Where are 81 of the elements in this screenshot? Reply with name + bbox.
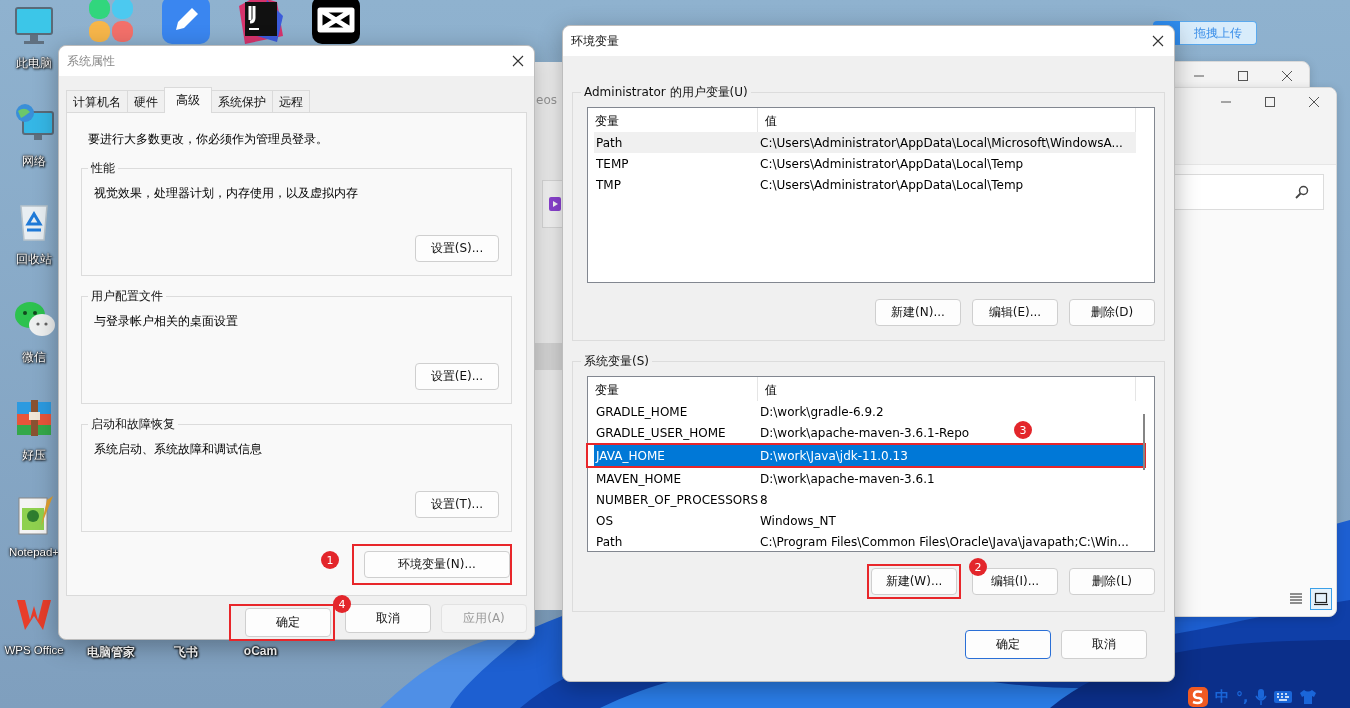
environment-variables-button[interactable]: 环境变量(N)... — [364, 551, 510, 578]
variable-value: D:\work\apache-maven-3.6.1 — [760, 471, 935, 486]
list-row[interactable]: TMP C:\Users\Administrator\AppData\Local\Temp — [594, 174, 1024, 195]
window-text: eos — [536, 93, 557, 107]
variable-name: GRADLE_USER_HOME — [595, 425, 727, 440]
list-button[interactable]: 删除(D) — [1069, 299, 1155, 326]
list-row[interactable]: OS Windows_NT — [594, 510, 836, 531]
step-badge: 3 — [1014, 421, 1032, 439]
column-header[interactable]: 值 — [758, 108, 784, 132]
settings-button[interactable]: 设置(E)... — [415, 363, 499, 390]
variable-name: NUMBER_OF_PROCESSORS — [595, 492, 760, 507]
variable-value: D:\work\Java\jdk-11.0.13 — [760, 448, 908, 463]
list-row[interactable]: NUMBER_OF_PROCESSORS 8 — [594, 489, 768, 510]
maximize-icon[interactable] — [1237, 70, 1249, 82]
window-title: 系统属性 — [67, 52, 115, 70]
list-row[interactable]: GRADLE_HOME D:\work\gradle-6.9.2 — [594, 401, 884, 422]
window-title: 环境变量 — [571, 32, 619, 50]
maximize-icon[interactable] — [1264, 96, 1276, 108]
dialog-button[interactable]: 取消 — [345, 604, 431, 633]
settings-button[interactable]: 设置(T)... — [415, 491, 499, 518]
list-button[interactable]: 删除(L) — [1069, 568, 1155, 595]
list-row[interactable]: MAVEN_HOME D:\work\apache-maven-3.6.1 — [594, 468, 935, 489]
group-title: 用户配置文件 — [90, 288, 164, 305]
list-view-icon[interactable] — [1288, 591, 1304, 607]
ide-icon[interactable] — [236, 0, 285, 44]
description-text: 系统启动、系统故障和调试信息 — [94, 441, 263, 458]
pencil-icon[interactable] — [161, 0, 210, 44]
tab[interactable]: 高级 — [164, 87, 212, 113]
settings-button[interactable]: 设置(S)... — [415, 235, 499, 262]
scrollbar-thumb[interactable] — [1143, 414, 1145, 470]
tab[interactable]: 远程 — [272, 90, 310, 113]
list-button[interactable]: 编辑(E)... — [972, 299, 1058, 326]
variable-name: OS — [595, 513, 615, 528]
list-row[interactable]: GRADLE_USER_HOME D:\work\apache-maven-3.6.1-Repo — [594, 422, 970, 443]
dialog-button[interactable]: 取消 — [1061, 630, 1147, 659]
variable-name: TEMP — [595, 156, 630, 171]
keyboard-icon[interactable] — [1274, 690, 1293, 704]
variable-name: Path — [595, 534, 624, 549]
list-row[interactable]: JAVA_HOME D:\work\Java\jdk-11.0.13 — [594, 445, 1144, 466]
list-button[interactable]: 新建(W)... — [871, 568, 957, 595]
dialog-button[interactable]: 确定 — [245, 608, 331, 637]
variable-value: D:\work\gradle-6.9.2 — [760, 404, 884, 419]
group-title: 启动和故障恢复 — [90, 416, 176, 433]
step-badge: 2 — [969, 558, 987, 576]
column-header[interactable]: 变量 — [588, 377, 758, 401]
clapper-icon[interactable] — [311, 0, 360, 44]
column-header[interactable]: 值 — [758, 377, 784, 401]
variable-value: C:\Users\Administrator\AppData\Local\Microsoft\WindowsA... — [760, 135, 1123, 150]
variable-value: C:\Program Files\Common Files\Oracle\Java\javapath;C:\Win... — [760, 534, 1129, 549]
list-row[interactable]: TEMP C:\Users\Administrator\AppData\Local\Temp — [594, 153, 1024, 174]
variable-name: Path — [595, 135, 624, 150]
variable-value: 8 — [760, 492, 768, 507]
variable-value: C:\Users\Administrator\AppData\Local\Temp — [760, 156, 1024, 171]
close-icon[interactable] — [1152, 35, 1164, 47]
description-text: 与登录帐户相关的桌面设置 — [94, 313, 239, 330]
step-badge: 4 — [333, 595, 351, 613]
variable-value: C:\Users\Administrator\AppData\Local\Temp — [760, 177, 1024, 192]
input-method-icon[interactable] — [1188, 687, 1208, 707]
variable-name: MAVEN_HOME — [595, 471, 682, 486]
dialog-button[interactable]: 确定 — [965, 630, 1051, 659]
list-row[interactable]: Path C:\Users\Administrator\AppData\Local\Microsoft\WindowsA... — [594, 132, 1136, 153]
group-title: Administrator 的用户变量(U) — [583, 84, 749, 101]
search-icon[interactable] — [1295, 185, 1309, 199]
tab[interactable]: 计算机名 — [66, 90, 128, 113]
list-row[interactable]: Path C:\Program Files\Common Files\Oracle\Java\javapath;C:\Win... — [594, 531, 1129, 552]
close-icon[interactable] — [1308, 96, 1320, 108]
variable-name: TMP — [595, 177, 622, 192]
list-button[interactable]: 新建(N)... — [875, 299, 961, 326]
video-icon — [549, 197, 561, 211]
variable-name: GRADLE_HOME — [595, 404, 689, 419]
group-title: 系统变量(S) — [583, 353, 650, 370]
variable-value: D:\work\apache-maven-3.6.1-Repo — [760, 425, 970, 440]
variable-value: Windows_NT — [760, 513, 836, 528]
tile-view-icon[interactable] — [1314, 592, 1328, 606]
close-icon[interactable] — [1281, 70, 1293, 82]
step-badge: 1 — [321, 551, 339, 569]
description-text: 视觉效果，处理器计划，内存使用，以及虚拟内存 — [94, 185, 359, 202]
variable-name: JAVA_HOME — [594, 448, 666, 463]
info-text: 要进行大多数更改，你必须作为管理员登录。 — [88, 131, 329, 148]
monitor-icon[interactable] — [13, 4, 55, 46]
group-title: 性能 — [90, 160, 116, 177]
